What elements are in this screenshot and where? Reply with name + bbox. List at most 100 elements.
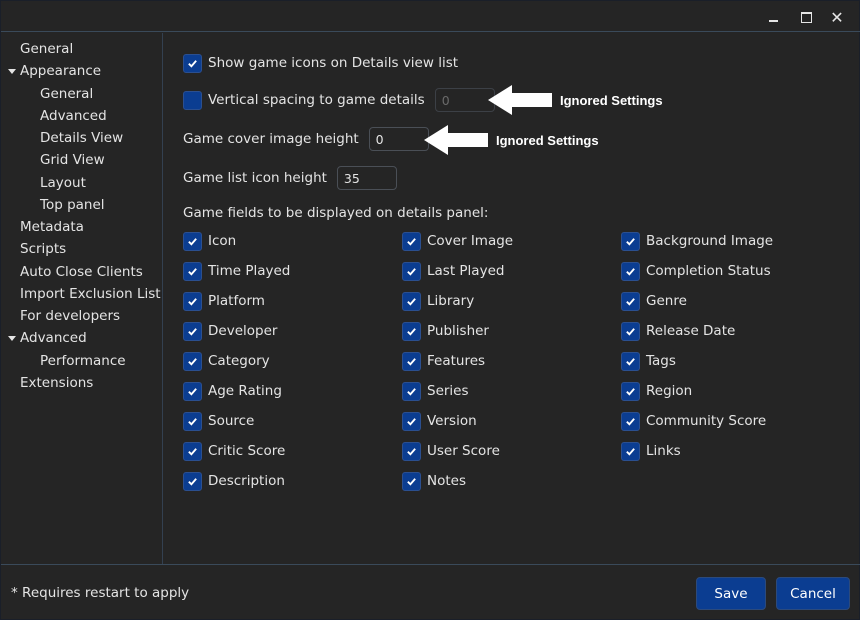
field-checkbox-platform[interactable] bbox=[183, 291, 202, 311]
field-checkbox-library[interactable] bbox=[402, 291, 421, 311]
vertical-spacing-checkbox[interactable] bbox=[183, 90, 202, 110]
field-label: Age Rating bbox=[208, 383, 282, 399]
field-label: Category bbox=[208, 353, 270, 369]
field-checkbox-description[interactable] bbox=[183, 471, 202, 491]
field-checkbox-category[interactable] bbox=[183, 351, 202, 371]
nav-item-appearance-general[interactable]: General bbox=[40, 84, 93, 104]
field-checkbox-source[interactable] bbox=[183, 411, 202, 431]
nav-item-top-panel[interactable]: Top panel bbox=[40, 195, 105, 215]
nav-item-metadata[interactable]: Metadata bbox=[20, 217, 84, 237]
field-row-series: Series bbox=[402, 380, 469, 402]
nav-item-for-developers[interactable]: For developers bbox=[20, 306, 120, 326]
nav-item-import-exclusion-list[interactable]: Import Exclusion List bbox=[20, 284, 161, 304]
field-row-user-score: User Score bbox=[402, 440, 500, 462]
vertical-spacing-input[interactable] bbox=[434, 88, 495, 112]
field-label: Last Played bbox=[427, 263, 505, 279]
field-checkbox-series[interactable] bbox=[402, 381, 421, 401]
checkmark-icon bbox=[407, 237, 416, 246]
close-button[interactable]: ✕ bbox=[825, 5, 849, 29]
checkmark-icon bbox=[626, 297, 635, 306]
annotation-2: Ignored Settings bbox=[424, 125, 599, 155]
field-checkbox-completion-status[interactable] bbox=[621, 261, 640, 281]
field-checkbox-release-date[interactable] bbox=[621, 321, 640, 341]
checkmark-icon bbox=[188, 417, 197, 426]
nav-label: Advanced bbox=[20, 330, 87, 346]
cover-height-label: Game cover image height bbox=[183, 131, 359, 147]
field-checkbox-genre[interactable] bbox=[621, 291, 640, 311]
minimize-icon bbox=[768, 20, 778, 22]
field-label: Background Image bbox=[646, 233, 774, 249]
field-checkbox-region[interactable] bbox=[621, 381, 640, 401]
expand-caret-icon[interactable] bbox=[8, 69, 16, 74]
field-label: Community Score bbox=[646, 413, 767, 429]
field-checkbox-community-score[interactable] bbox=[621, 411, 640, 431]
nav-label: Import Exclusion List bbox=[20, 286, 161, 302]
field-checkbox-notes[interactable] bbox=[402, 471, 421, 491]
field-checkbox-tags[interactable] bbox=[621, 351, 640, 371]
field-label: Series bbox=[427, 383, 469, 399]
field-checkbox-icon[interactable] bbox=[183, 231, 202, 251]
field-row-description: Description bbox=[183, 470, 285, 492]
nav-label: Scripts bbox=[20, 241, 67, 257]
field-label: Developer bbox=[208, 323, 278, 339]
nav-item-extensions[interactable]: Extensions bbox=[20, 373, 93, 393]
annotation-text: Ignored Settings bbox=[560, 92, 663, 108]
field-checkbox-time-played[interactable] bbox=[183, 261, 202, 281]
field-checkbox-developer[interactable] bbox=[183, 321, 202, 341]
field-label: Release Date bbox=[646, 323, 736, 339]
field-row-region: Region bbox=[621, 380, 692, 402]
field-label: Icon bbox=[208, 233, 237, 249]
checkmark-icon bbox=[407, 327, 416, 336]
minimize-button[interactable] bbox=[761, 5, 785, 29]
maximize-icon bbox=[800, 11, 812, 23]
maximize-button[interactable] bbox=[794, 5, 818, 29]
cancel-button[interactable]: Cancel bbox=[776, 577, 850, 610]
footer: * Requires restart to apply Save Cancel bbox=[1, 564, 860, 620]
field-checkbox-user-score[interactable] bbox=[402, 441, 421, 461]
icon-height-row: Game list icon height bbox=[183, 166, 397, 190]
nav-item-performance[interactable]: Performance bbox=[40, 351, 126, 371]
checkmark-icon bbox=[626, 447, 635, 456]
annotation-text: Ignored Settings bbox=[496, 132, 599, 148]
checkmark-icon bbox=[407, 297, 416, 306]
field-checkbox-background-image[interactable] bbox=[621, 231, 640, 251]
show-icons-checkbox[interactable] bbox=[183, 53, 202, 73]
expand-caret-icon[interactable] bbox=[8, 336, 16, 341]
checkmark-icon bbox=[626, 237, 635, 246]
nav-label: Advanced bbox=[40, 108, 107, 124]
checkmark-icon bbox=[626, 327, 635, 336]
cover-height-input[interactable] bbox=[368, 127, 429, 151]
nav-item-details-view[interactable]: Details View bbox=[40, 128, 123, 148]
field-checkbox-age-rating[interactable] bbox=[183, 381, 202, 401]
nav-item-scripts[interactable]: Scripts bbox=[20, 239, 66, 259]
nav-item-appearance[interactable]: Appearance bbox=[8, 61, 102, 81]
nav-item-advanced[interactable]: Advanced bbox=[8, 328, 87, 348]
nav-item-auto-close-clients[interactable]: Auto Close Clients bbox=[20, 262, 143, 282]
checkmark-icon bbox=[188, 59, 197, 68]
nav-label: Layout bbox=[40, 175, 86, 191]
nav-item-general[interactable]: General bbox=[20, 39, 73, 59]
icon-height-input[interactable] bbox=[336, 166, 397, 190]
field-checkbox-publisher[interactable] bbox=[402, 321, 421, 341]
checkmark-icon bbox=[407, 387, 416, 396]
checkmark-icon bbox=[407, 357, 416, 366]
nav-label: Metadata bbox=[20, 219, 84, 235]
field-checkbox-version[interactable] bbox=[402, 411, 421, 431]
nav-item-layout[interactable]: Layout bbox=[40, 173, 86, 193]
nav-item-grid-view[interactable]: Grid View bbox=[40, 150, 105, 170]
field-row-critic-score: Critic Score bbox=[183, 440, 285, 462]
field-checkbox-last-played[interactable] bbox=[402, 261, 421, 281]
field-checkbox-critic-score[interactable] bbox=[183, 441, 202, 461]
field-checkbox-cover-image[interactable] bbox=[402, 231, 421, 251]
field-label: Critic Score bbox=[208, 443, 286, 459]
field-checkbox-features[interactable] bbox=[402, 351, 421, 371]
field-checkbox-links[interactable] bbox=[621, 441, 640, 461]
nav-label: Appearance bbox=[20, 63, 102, 79]
cover-height-row: Game cover image height bbox=[183, 127, 429, 151]
checkmark-icon bbox=[626, 267, 635, 276]
field-row-publisher: Publisher bbox=[402, 320, 489, 342]
field-label: Platform bbox=[208, 293, 265, 309]
nav-item-appearance-advanced[interactable]: Advanced bbox=[40, 106, 107, 126]
save-button[interactable]: Save bbox=[696, 577, 766, 610]
field-label: Genre bbox=[646, 293, 687, 309]
